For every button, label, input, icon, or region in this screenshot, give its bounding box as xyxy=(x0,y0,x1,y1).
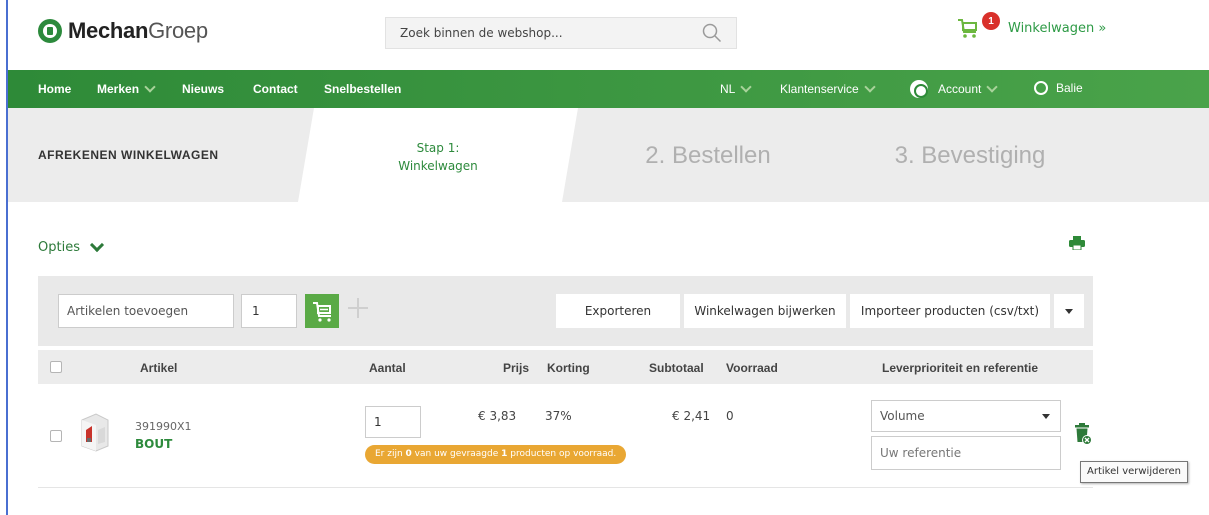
logo-text-bold: Mechan xyxy=(68,18,149,43)
column-quantity: Aantal xyxy=(369,361,406,375)
cart-link[interactable]: 1 Winkelwagen » xyxy=(956,12,1106,40)
delete-article-icon[interactable] xyxy=(1074,422,1092,446)
page-frame: MechanGroep Zoek binnen de webshop... 1 … xyxy=(6,0,1209,515)
nav-merken-label: Merken xyxy=(97,82,140,96)
nav-klantenservice-label: Klantenservice xyxy=(780,82,859,96)
row-checkbox[interactable] xyxy=(50,430,62,442)
stock-value: 0 xyxy=(726,409,734,423)
reference-placeholder: Uw referentie xyxy=(880,446,962,460)
print-icon[interactable] xyxy=(1069,236,1085,250)
import-products-button[interactable]: Importeer producten (csv/txt) xyxy=(850,294,1050,328)
nav-nieuws-label: Nieuws xyxy=(182,82,225,96)
site-header: MechanGroep Zoek binnen de webshop... 1 … xyxy=(8,0,1209,68)
select-all-checkbox[interactable] xyxy=(50,361,62,373)
step-1-number: Stap 1: xyxy=(416,141,460,155)
update-cart-button[interactable]: Winkelwagen bijwerken xyxy=(684,294,846,328)
nav-contact-label: Contact xyxy=(253,82,298,96)
step-2: 2. Bestellen xyxy=(645,142,771,169)
nav-merken[interactable]: Merken xyxy=(97,81,156,96)
product-image[interactable] xyxy=(78,412,112,452)
cart-toolbar: Artikelen toevoegen 1 Exporteren Winkelw… xyxy=(38,276,1093,346)
delivery-priority-select[interactable]: Volume xyxy=(871,400,1061,432)
export-button[interactable]: Exporteren xyxy=(556,294,680,328)
stock-warning-suffix: producten op voorraad. xyxy=(507,449,617,459)
add-quantity-input[interactable]: 1 xyxy=(241,294,297,328)
subtotal-value: € 2,41 xyxy=(672,409,711,423)
step-3: 3. Bevestiging xyxy=(894,142,1046,169)
step-1-title: Winkelwagen xyxy=(398,159,478,173)
column-article: Artikel xyxy=(140,361,178,375)
cart-icon xyxy=(313,302,331,322)
step-1-text: Stap 1: Winkelwagen xyxy=(298,139,578,175)
logo[interactable]: MechanGroep xyxy=(38,18,208,44)
delivery-priority-value: Volume xyxy=(880,409,925,423)
options-label: Opties xyxy=(38,240,80,255)
account-icon xyxy=(910,80,928,98)
add-articles-placeholder: Artikelen toevoegen xyxy=(67,304,189,318)
nav-klantenservice[interactable]: Klantenservice xyxy=(780,81,876,96)
nav-balie-label: Balie xyxy=(1056,81,1083,95)
caret-down-icon xyxy=(1065,309,1073,314)
add-to-cart-button[interactable] xyxy=(305,294,339,328)
column-price: Prijs xyxy=(503,361,530,375)
chevron-down-icon xyxy=(89,237,105,253)
nav-home-label: Home xyxy=(38,82,72,96)
add-quantity-value: 1 xyxy=(252,304,260,318)
cart-label[interactable]: Winkelwagen » xyxy=(1008,21,1106,36)
column-stock: Voorraad xyxy=(726,361,778,375)
delete-tooltip: Artikel verwijderen xyxy=(1080,461,1188,483)
stock-warning-badge: Er zijn 0 van uw gevraagde 1 producten o… xyxy=(365,445,627,464)
more-actions-dropdown[interactable] xyxy=(1054,294,1084,328)
nav-account[interactable]: Account xyxy=(910,80,999,98)
stock-warning-prefix: Er zijn xyxy=(375,449,406,459)
discount-value: 37% xyxy=(545,409,572,423)
column-discount: Korting xyxy=(547,361,590,375)
checkout-steps: AFREKENEN WINKELWAGEN Stap 1: Winkelwage… xyxy=(8,108,1209,202)
chevron-down-icon xyxy=(864,81,876,93)
nav-contact[interactable]: Contact xyxy=(253,82,298,96)
product-code: 391990X1 xyxy=(135,420,192,433)
quantity-value: 1 xyxy=(374,415,382,429)
product-name[interactable]: BOUT xyxy=(135,437,172,451)
caret-down-icon xyxy=(1042,414,1050,419)
search-icon[interactable] xyxy=(702,23,722,43)
step-1-active: Stap 1: Winkelwagen xyxy=(298,108,578,202)
nav-snelbestellen-label: Snelbestellen xyxy=(324,82,402,96)
nav-language[interactable]: NL xyxy=(720,81,753,96)
nav-language-label: NL xyxy=(720,82,736,96)
price-value: € 3,83 xyxy=(478,409,517,423)
column-subtotal: Subtotaal xyxy=(649,361,704,375)
cart-count-badge: 1 xyxy=(982,12,1000,30)
nav-nieuws[interactable]: Nieuws xyxy=(182,82,224,96)
cart-icon xyxy=(958,19,977,38)
logo-mark-icon xyxy=(38,19,62,43)
checkout-title: AFREKENEN WINKELWAGEN xyxy=(38,148,219,162)
chevron-down-icon xyxy=(986,81,999,93)
quantity-input[interactable]: 1 xyxy=(365,406,421,438)
nav-home[interactable]: Home xyxy=(38,82,71,96)
logo-text: MechanGroep xyxy=(68,18,208,44)
nav-balie[interactable]: Balie xyxy=(1034,81,1083,95)
add-articles-input[interactable]: Artikelen toevoegen xyxy=(58,294,234,328)
column-priority: Leverprioriteit en referentie xyxy=(882,361,1039,375)
chevron-down-icon xyxy=(144,81,156,93)
plus-icon xyxy=(348,298,368,318)
search-input[interactable]: Zoek binnen de webshop... xyxy=(385,17,737,49)
chevron-down-icon xyxy=(740,81,753,93)
logo-text-light: Groep xyxy=(148,18,208,43)
nav-snelbestellen[interactable]: Snelbestellen xyxy=(324,82,401,96)
nav-account-label: Account xyxy=(938,82,982,96)
table-row: 391990X1 BOUT 1 Er zijn 0 van uw gevraag… xyxy=(38,384,1093,488)
radio-icon xyxy=(1034,81,1048,95)
main-nav: Home Merken Nieuws Contact Snelbestellen… xyxy=(8,70,1209,108)
options-toggle[interactable]: Opties xyxy=(38,237,105,255)
table-header: Artikel Aantal Prijs Korting Subtotaal V… xyxy=(38,350,1093,384)
stock-warning-mid: van uw gevraagde xyxy=(411,449,502,459)
search-placeholder: Zoek binnen de webshop... xyxy=(400,26,563,40)
add-row-button[interactable] xyxy=(346,296,370,324)
reference-input[interactable]: Uw referentie xyxy=(871,436,1061,470)
